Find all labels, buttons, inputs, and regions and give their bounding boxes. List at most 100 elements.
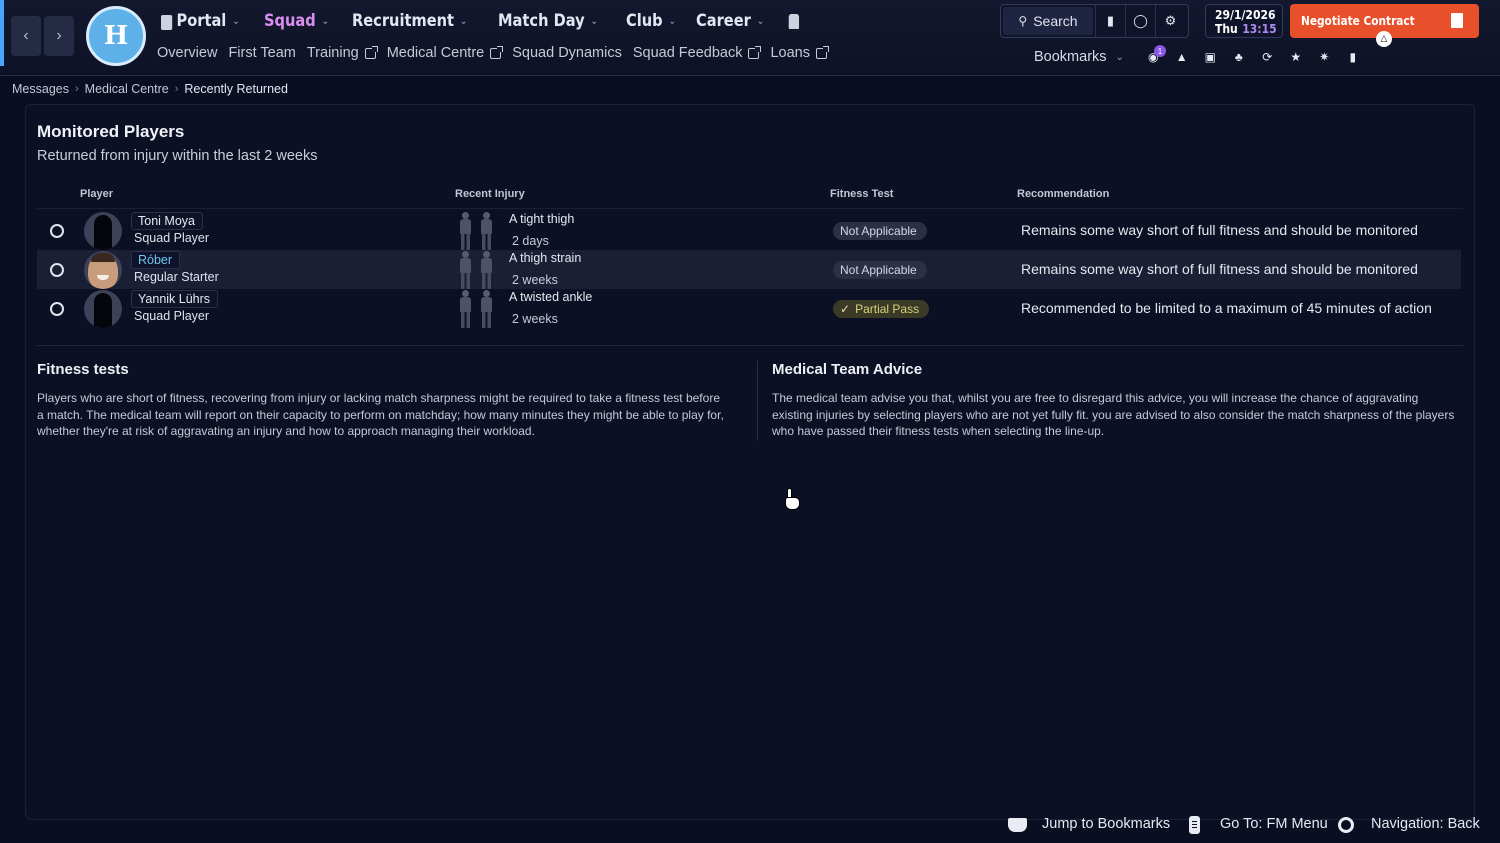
injury-duration: 2 weeks — [512, 273, 558, 287]
go-to-fm-menu-hint[interactable]: Go To: FM Menu — [1220, 816, 1328, 832]
refresh-icon[interactable]: ⟳ — [1253, 48, 1282, 66]
table-row[interactable]: Toni Moya Squad Player A tight thigh 2 d… — [37, 211, 1461, 250]
negotiate-contract-button[interactable]: Negotiate Contract △ — [1290, 4, 1479, 47]
current-day: Thu — [1215, 22, 1238, 36]
chevron-down-icon: ⌄ — [668, 15, 676, 27]
player-name[interactable]: Toni Moya — [131, 212, 203, 230]
subnav-overview[interactable]: Overview — [157, 45, 217, 61]
nav-club-label: Club — [626, 11, 663, 31]
subnav-overview-label: Overview — [157, 45, 218, 61]
injury-name: A thigh strain — [509, 251, 582, 265]
kit-shirt-icon[interactable]: ▲ — [1168, 48, 1197, 66]
select-radio[interactable] — [50, 263, 64, 277]
avatar — [84, 290, 122, 328]
touchpad-icon — [1008, 818, 1027, 832]
chevron-down-icon: ⌄ — [756, 15, 765, 27]
pin-button[interactable] — [787, 13, 800, 29]
column-header-fitness[interactable]: Fitness Test — [830, 188, 893, 200]
nav-match-day-label: Match Day — [497, 11, 585, 31]
club-logo[interactable]: H — [86, 6, 146, 66]
bookmarks-dropdown[interactable]: Bookmarks ⌄ — [1034, 49, 1124, 65]
gear-icon[interactable]: ⚙ — [1155, 5, 1185, 37]
select-radio[interactable] — [50, 224, 64, 238]
nav-career[interactable]: Career ⌄ — [696, 11, 764, 31]
subnav-squad-feedback[interactable]: Squad Feedback — [632, 45, 762, 61]
external-link-icon — [364, 45, 378, 59]
medical-advice-title: Medical Team Advice — [772, 361, 923, 378]
silhouette-icon — [94, 293, 112, 328]
table-row[interactable]: Yannik Lührs Squad Player A twisted ankl… — [37, 289, 1461, 328]
back-arrow-button[interactable]: ‹ — [11, 16, 41, 56]
injury-name: A twisted ankle — [509, 290, 593, 304]
globe-icon[interactable]: ◯ — [1125, 5, 1155, 37]
body-back-icon — [478, 290, 495, 328]
player-role: Squad Player — [134, 309, 210, 323]
current-time: 13:15 — [1242, 22, 1277, 36]
select-radio[interactable] — [50, 302, 64, 316]
chevron-right-icon: › — [174, 83, 179, 95]
controller-hints-footer: Jump to Bookmarks Go To: FM Menu Navigat… — [0, 814, 1500, 836]
player-name[interactable]: Róber — [131, 251, 181, 269]
body-back-icon — [478, 251, 495, 289]
scouting-icon[interactable]: ✷ — [1310, 48, 1339, 66]
trophy-icon[interactable]: ★ — [1282, 48, 1311, 66]
pin-icon — [788, 13, 800, 29]
chevron-down-icon: ⌄ — [590, 15, 598, 27]
breadcrumb-messages[interactable]: Messages — [12, 82, 69, 96]
nav-squad[interactable]: Squad ⌄ — [264, 11, 329, 31]
search-icon: ⚲ — [1018, 14, 1028, 28]
subnav-squad-dynamics-label: Squad Dynamics — [512, 45, 622, 61]
subnav-squad-feedback-label: Squad Feedback — [632, 45, 743, 61]
subnav-training[interactable]: Training — [306, 45, 378, 61]
circle-button-icon — [1338, 817, 1354, 833]
nav-club[interactable]: Club ⌄ — [626, 11, 676, 31]
hand-cursor-icon — [785, 488, 801, 510]
notification-badge: 1 — [1154, 45, 1166, 57]
subnav-squad-dynamics[interactable]: Squad Dynamics — [512, 45, 622, 61]
subnav-medical-centre[interactable]: Medical Centre — [387, 45, 504, 61]
table-row[interactable]: Róber Regular Starter A thigh strain 2 w… — [37, 250, 1461, 289]
chevron-down-icon: ⌄ — [1115, 51, 1124, 63]
search-toolbar: ⚲ Search ▮ ◯ ⚙ — [1000, 4, 1189, 38]
inbox-icon[interactable]: ▮ — [1095, 5, 1125, 37]
injury-duration: 2 weeks — [512, 312, 558, 326]
main-nav: Portal ⌄ Squad ⌄ Recruitment ⌄ Match Day… — [161, 7, 813, 35]
chevron-right-icon: › — [74, 83, 79, 95]
nav-portal[interactable]: Portal ⌄ — [161, 11, 240, 31]
subnav-first-team[interactable]: First Team — [228, 45, 295, 61]
sub-nav: Overview First Team Training Medical Cen… — [157, 45, 838, 61]
board-icon[interactable]: ▣ — [1196, 48, 1225, 66]
subnav-loans[interactable]: Loans — [770, 45, 829, 61]
player-role: Regular Starter — [134, 270, 219, 284]
fitness-tests-text: Players who are short of fitness, recove… — [37, 391, 724, 439]
player-name[interactable]: Yannik Lührs — [131, 290, 219, 308]
section-divider — [37, 345, 1463, 346]
nav-career-label: Career — [696, 11, 751, 31]
chat-icon[interactable]: ◉ 1 — [1139, 45, 1168, 66]
notes-icon[interactable]: ▮ — [1339, 48, 1368, 66]
search-label: Search — [1033, 13, 1078, 29]
nav-recruitment-label: Recruitment — [351, 11, 454, 31]
jump-to-bookmarks-hint[interactable]: Jump to Bookmarks — [1042, 816, 1170, 832]
search-button[interactable]: ⚲ Search — [1003, 7, 1093, 35]
negotiate-contract-label: Negotiate Contract — [1301, 14, 1415, 28]
check-icon: ✓ — [840, 302, 851, 316]
nav-recruitment[interactable]: Recruitment ⌄ — [352, 11, 467, 31]
medical-advice-text: The medical team advise you that, whilst… — [772, 391, 1455, 439]
column-header-injury[interactable]: Recent Injury — [455, 188, 525, 200]
staff-icon[interactable]: ♣ — [1225, 48, 1254, 66]
subnav-training-label: Training — [306, 45, 359, 61]
chevron-down-icon: ⌄ — [322, 15, 330, 27]
triangle-button-icon: △ — [1376, 31, 1392, 47]
date-time-display[interactable]: 29/1/2026 Thu 13:15 — [1205, 4, 1283, 38]
forward-arrow-button[interactable]: › — [44, 16, 74, 56]
column-header-recommendation[interactable]: Recommendation — [1017, 188, 1109, 200]
navigation-back-hint[interactable]: Navigation: Back — [1371, 816, 1480, 832]
portal-icon — [161, 14, 173, 30]
player-role: Squad Player — [134, 231, 210, 245]
column-header-player[interactable]: Player — [80, 188, 113, 200]
options-button-icon — [1189, 816, 1200, 834]
nav-match-day[interactable]: Match Day ⌄ — [498, 11, 598, 31]
breadcrumb: Messages › Medical Centre › Recently Ret… — [12, 82, 288, 96]
breadcrumb-medical-centre[interactable]: Medical Centre — [85, 82, 169, 96]
